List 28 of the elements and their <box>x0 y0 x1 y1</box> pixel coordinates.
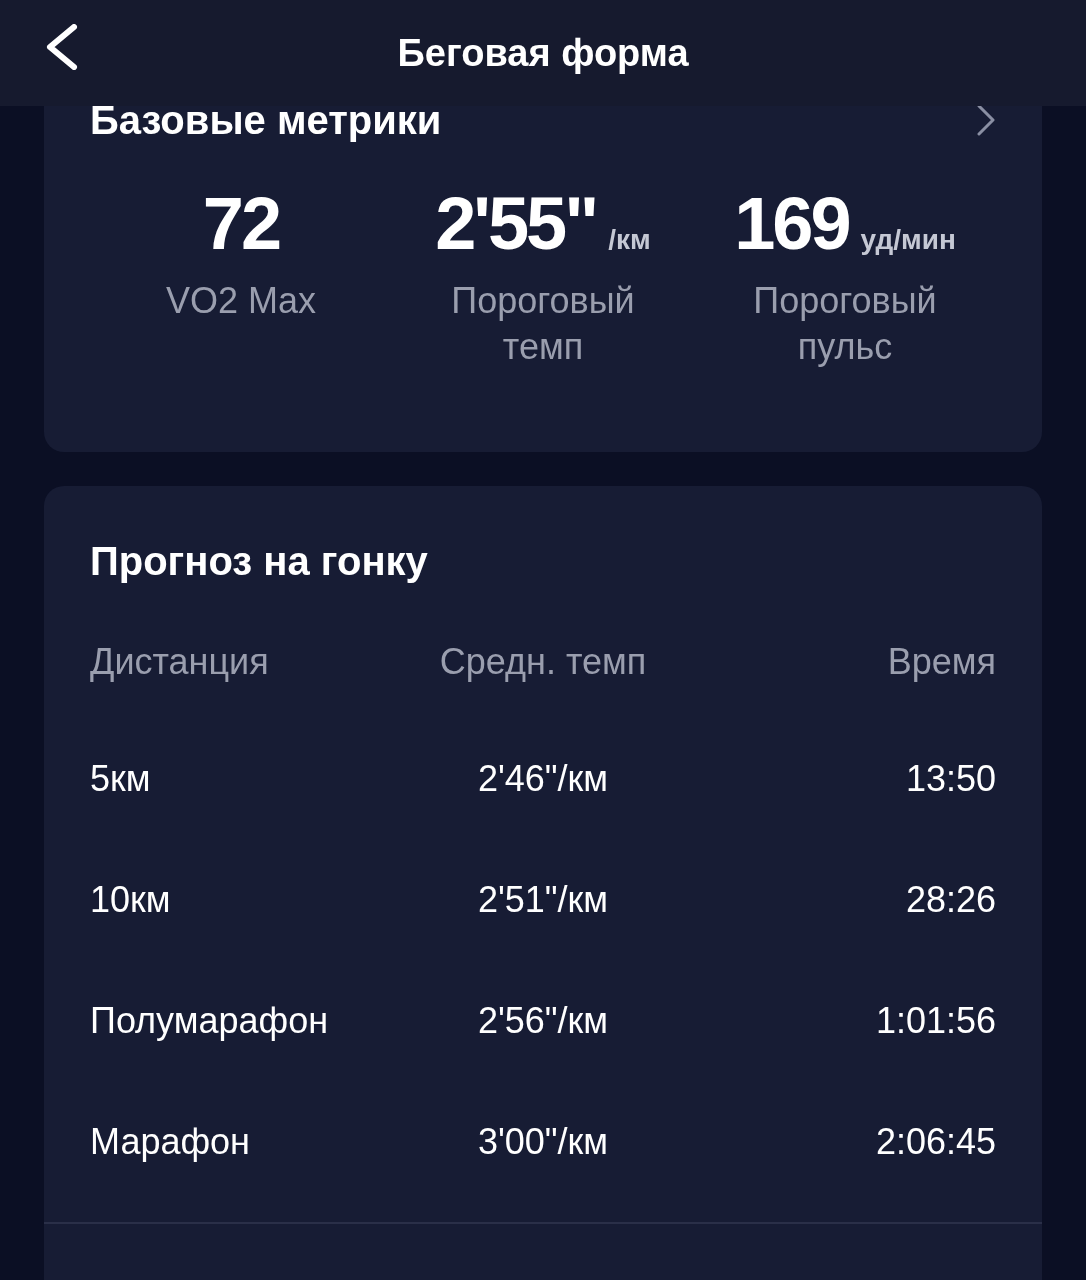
table-cell-text: 2'56"/км <box>476 999 610 1042</box>
table-cell-text: 28:26 <box>904 878 996 921</box>
section-title: Прогноз на гонку <box>90 538 429 585</box>
column-header: Средн. темп <box>438 641 648 683</box>
table-cell-text: 1:01:56 <box>874 999 996 1042</box>
column-header: Дистанция <box>90 641 270 683</box>
back-icon[interactable] <box>44 24 78 70</box>
metric-label: VO2 Max <box>164 279 317 323</box>
chevron-right-icon[interactable] <box>976 104 996 136</box>
page-title: Беговая форма <box>397 31 689 75</box>
metric-value: 72 <box>202 186 280 262</box>
column-header: Время <box>886 641 996 683</box>
table-cell-text: 10км <box>90 878 172 921</box>
metric-value: 169 <box>734 186 849 262</box>
metric-unit: уд/мин <box>860 224 956 256</box>
metric-label: Пороговый темп <box>450 279 636 369</box>
table-cell-text: Марафон <box>90 1120 251 1163</box>
metric-unit: /км <box>608 224 651 256</box>
table-cell-text: 2:06:45 <box>874 1120 996 1163</box>
table-cell-text: Полумарафон <box>90 999 330 1042</box>
table-cell-text: 5км <box>90 757 152 800</box>
table-cell-text: 2'46"/км <box>476 757 610 800</box>
table-cell-text: 2'51"/км <box>476 878 610 921</box>
metric-label: Пороговый пульс <box>752 279 938 369</box>
metric-value: 2'55" <box>435 186 597 262</box>
section-title: Базовые метрики <box>90 100 442 140</box>
table-cell-text: 13:50 <box>904 757 996 800</box>
table-cell-text: 3'00"/км <box>476 1120 610 1163</box>
